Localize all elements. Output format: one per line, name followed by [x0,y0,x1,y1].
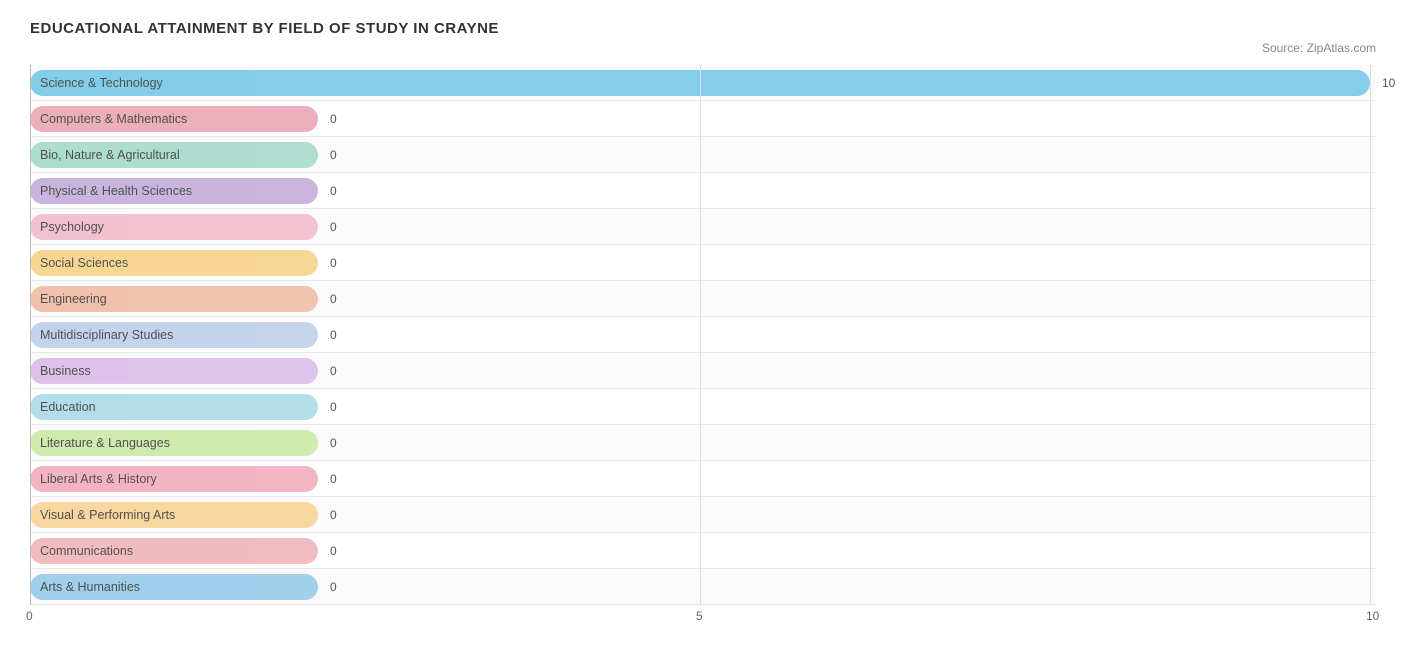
bar-row: Psychology 0 [30,209,1376,245]
bar-value: 0 [330,112,337,126]
bar-row: Business 0 [30,353,1376,389]
bar-row: Visual & Performing Arts 0 [30,497,1376,533]
bar-row: Education 0 [30,389,1376,425]
bar-label: Education [40,400,96,414]
bar-label: Visual & Performing Arts [40,508,175,522]
bar-label: Social Sciences [40,256,128,270]
bar-label: Physical & Health Sciences [40,184,192,198]
bar-value: 0 [330,148,337,162]
x-axis-label: 10 [1366,609,1379,623]
bar-value: 0 [330,220,337,234]
bar-label: Multidisciplinary Studies [40,328,173,342]
bar-value: 0 [330,364,337,378]
bar-label: Bio, Nature & Agricultural [40,148,180,162]
page-container: EDUCATIONAL ATTAINMENT BY FIELD OF STUDY… [30,20,1376,629]
source-label: Source: ZipAtlas.com [30,41,1376,55]
bar-row: Bio, Nature & Agricultural 0 [30,137,1376,173]
bar-value: 0 [330,544,337,558]
bar-value: 10 [1382,76,1395,90]
bar-label: Arts & Humanities [40,580,140,594]
bar-row: Communications 0 [30,533,1376,569]
bar-label: Computers & Mathematics [40,112,187,126]
bar-value: 0 [330,256,337,270]
bar-row: Physical & Health Sciences 0 [30,173,1376,209]
chart-title: EDUCATIONAL ATTAINMENT BY FIELD OF STUDY… [30,20,1376,37]
bar-label: Business [40,364,91,378]
bar-row: Arts & Humanities 0 [30,569,1376,605]
bar-label: Communications [40,544,133,558]
bar-value: 0 [330,580,337,594]
bar-value: 0 [330,292,337,306]
bar-label: Literature & Languages [40,436,170,450]
bar-value: 0 [330,184,337,198]
bar-label: Science & Technology [40,76,163,90]
chart-area: Science & Technology10Computers & Mathem… [30,65,1376,629]
bar-row: Literature & Languages 0 [30,425,1376,461]
bar-label: Psychology [40,220,104,234]
bar-value: 0 [330,508,337,522]
x-axis-label: 0 [26,609,33,623]
bar-row: Science & Technology10 [30,65,1376,101]
bar-value: 0 [330,436,337,450]
x-axis-label: 5 [696,609,703,623]
bar-label: Engineering [40,292,107,306]
bar-row: Computers & Mathematics 0 [30,101,1376,137]
x-axis: 0510 [30,609,1376,629]
bar-value: 0 [330,328,337,342]
rows-wrapper: Science & Technology10Computers & Mathem… [30,65,1376,605]
bar-row: Engineering 0 [30,281,1376,317]
bar-label: Liberal Arts & History [40,472,157,486]
bar-value: 0 [330,472,337,486]
bar-row: Liberal Arts & History 0 [30,461,1376,497]
bar-row: Multidisciplinary Studies 0 [30,317,1376,353]
bar-value: 0 [330,400,337,414]
bar-row: Social Sciences 0 [30,245,1376,281]
x-axis-labels: 0510 [30,609,1376,629]
